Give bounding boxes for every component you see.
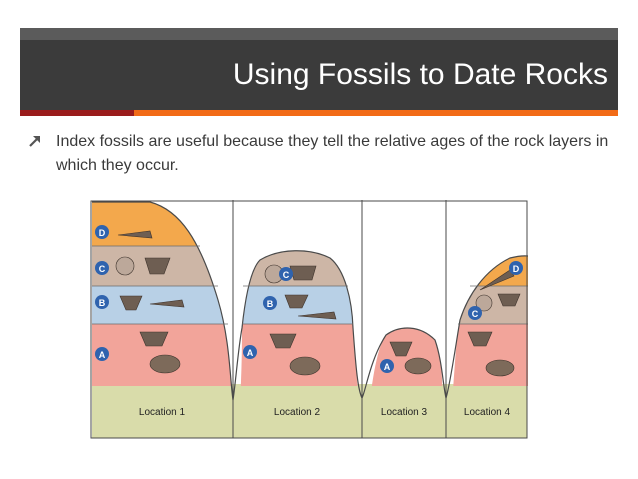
location-4-label: Location 4 [464, 407, 511, 418]
title-bar: Using Fossils to Date Rocks [20, 40, 618, 110]
location-3-label: Location 3 [381, 407, 428, 418]
svg-text:B: B [99, 298, 106, 308]
arrow-up-right-icon [29, 136, 40, 147]
badge-c: C [279, 267, 293, 281]
title-top-strip [20, 28, 618, 40]
trilobite-fossil [289, 356, 321, 376]
svg-text:C: C [283, 270, 290, 280]
svg-text:D: D [513, 264, 520, 274]
location-2-label: Location 2 [274, 407, 321, 418]
slide-title: Using Fossils to Date Rocks [232, 58, 608, 91]
svg-text:A: A [247, 348, 254, 358]
trilobite-fossil [485, 359, 515, 377]
badge-a: A [95, 347, 109, 361]
trilobite-fossil [404, 357, 432, 375]
rock-layers-figure: D C B A C B A A D C Location 1 Location … [90, 200, 528, 440]
accent-bar-orange [134, 110, 618, 116]
bullet-text: Index fossils are useful because they te… [56, 133, 609, 174]
ammonite-fossil [115, 256, 135, 276]
shell-fossil [289, 265, 317, 281]
svg-text:D: D [99, 228, 106, 238]
svg-text:C: C [99, 264, 106, 274]
badge-c: C [95, 261, 109, 275]
svg-text:C: C [472, 309, 479, 319]
badge-d: D [509, 261, 523, 275]
badge-a: A [243, 345, 257, 359]
badge-a: A [380, 359, 394, 373]
svg-text:B: B [267, 299, 274, 309]
trilobite-fossil [149, 354, 181, 374]
layer-a [240, 324, 358, 386]
badge-d: D [95, 225, 109, 239]
accent-bar-red [20, 110, 134, 116]
badge-b: B [95, 295, 109, 309]
svg-text:A: A [384, 362, 391, 372]
svg-text:A: A [99, 350, 106, 360]
badge-b: B [263, 296, 277, 310]
location-1-label: Location 1 [139, 407, 186, 418]
badge-c: C [468, 306, 482, 320]
